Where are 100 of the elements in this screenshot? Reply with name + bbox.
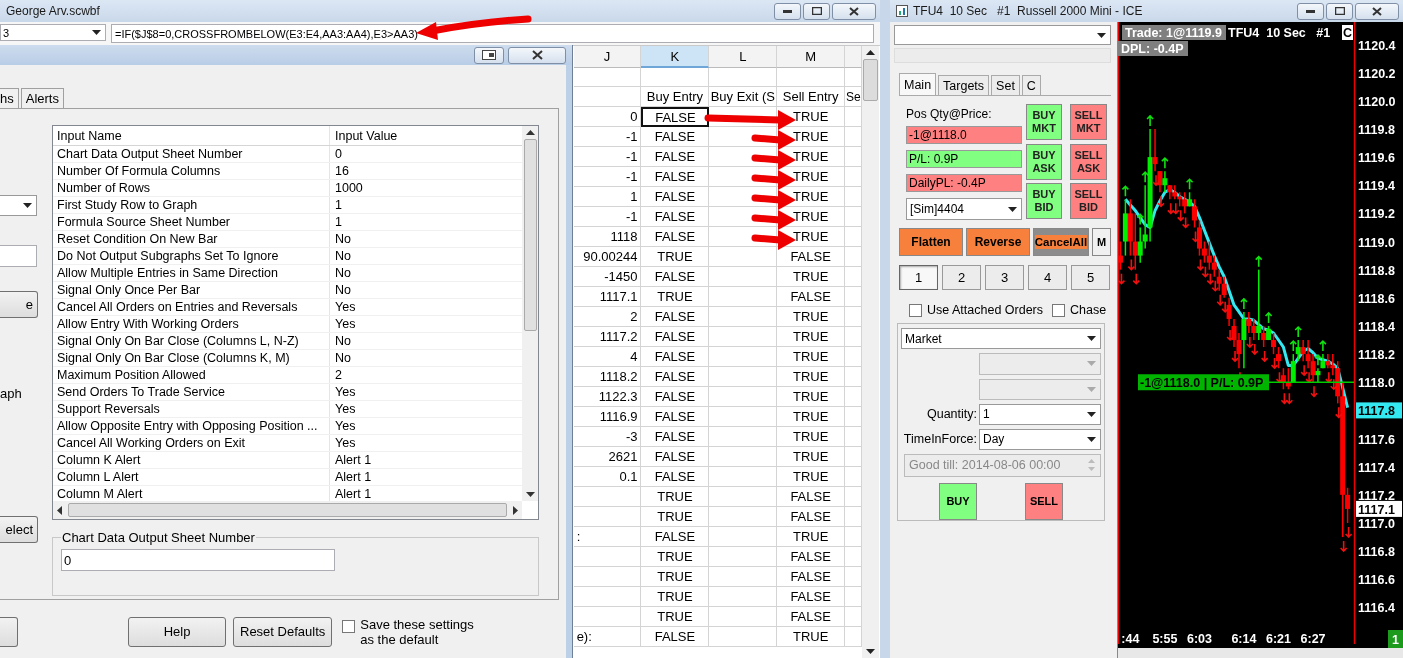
table-cell-text: Yes — [334, 299, 357, 315]
empty-cell — [709, 387, 778, 407]
cancel-all-button[interactable]: CancelAll — [1033, 228, 1089, 256]
window-title: TFU4 10 Sec #1 Russell 2000 Mini - ICE — [913, 4, 1144, 18]
table-cell: Number of Rows — [53, 180, 330, 196]
scrollbar[interactable] — [522, 126, 538, 501]
order-button[interactable]: SELL BID — [1070, 183, 1107, 220]
quantity-dropdown[interactable]: 1 — [979, 403, 1101, 425]
tab[interactable]: Main — [899, 73, 937, 95]
button[interactable]: elect — [0, 516, 38, 543]
table-cell: FALSE — [641, 427, 710, 447]
caret-icon — [92, 30, 101, 35]
quantity-preset-button[interactable]: 1 — [899, 265, 938, 290]
quantity-preset-button[interactable]: 4 — [1028, 265, 1067, 290]
table-cell: FALSE — [641, 347, 710, 367]
axis-label: 1119.2 — [1358, 207, 1395, 222]
axis-label: 1120.2 — [1358, 66, 1396, 81]
empty-cell — [641, 68, 710, 87]
formula-field[interactable]: =IF($J$8=0,CROSSFROMBELOW(E3:E4,AA3:AA4),E3>AA3) — [111, 24, 874, 43]
column-header[interactable]: M — [777, 46, 846, 68]
table-cell: FALSE — [641, 527, 710, 547]
table-cell: Column L Alert — [53, 469, 330, 485]
tab[interactable]: hs — [0, 88, 19, 108]
button[interactable] — [0, 616, 18, 647]
table-cell: TRUE — [641, 507, 710, 527]
account-dropdown[interactable]: [Sim]4404 — [906, 198, 1022, 220]
order-button[interactable]: BUY BID — [1026, 183, 1062, 220]
position-line-label: -1@1118.0 | P/L: 0.9P — [1138, 374, 1269, 391]
scroll-thumb[interactable] — [523, 139, 537, 331]
position-field: DailyPL: -0.4P — [906, 174, 1022, 192]
quantity-preset-button[interactable]: 2 — [942, 265, 981, 290]
axis-label: 1119.4 — [1358, 179, 1395, 194]
empty-cell — [709, 167, 778, 187]
table-cell: TRUE — [777, 367, 846, 387]
scroll-thumb[interactable] — [863, 59, 878, 101]
close-button[interactable] — [832, 2, 876, 20]
column-header[interactable]: K — [641, 46, 710, 68]
table-cell-text: 1000 — [334, 180, 364, 196]
tab[interactable]: Targets — [938, 75, 990, 95]
order-button[interactable]: BUY ASK — [1026, 143, 1062, 180]
column-header[interactable]: J — [573, 46, 642, 68]
axis-label: 1116.4 — [1358, 601, 1395, 616]
scroll-up-icon — [525, 130, 535, 135]
table-cell: Sell Entry — [777, 87, 846, 107]
time-in-force-dropdown[interactable]: Day — [979, 428, 1101, 450]
table-cell: Number Of Formula Columns — [53, 163, 330, 179]
close-button[interactable] — [1355, 2, 1399, 20]
tab[interactable]: C — [1021, 75, 1041, 95]
checkbox[interactable] — [342, 619, 356, 633]
action-button[interactable]: M — [1092, 228, 1111, 256]
axis-label: 1120.0 — [1358, 94, 1396, 109]
axis-label: :44 — [1121, 632, 1140, 646]
order-type-dropdown[interactable]: Market — [901, 328, 1101, 350]
quantity-preset-button[interactable]: 3 — [985, 265, 1024, 290]
table-cell: Formula Source Sheet Number — [53, 214, 330, 230]
table-cell: FALSE — [641, 127, 710, 147]
tab[interactable]: Set — [991, 75, 1020, 95]
empty-cell — [709, 247, 778, 267]
table-cell: Do Not Output Subgraphs Set To Ignore — [53, 248, 330, 264]
quantity-preset-button[interactable]: 5 — [1071, 265, 1110, 290]
checkbox[interactable] — [1052, 303, 1066, 317]
maximize-button[interactable] — [1326, 2, 1353, 20]
scrollbar[interactable] — [53, 501, 522, 519]
maximize-button[interactable] — [803, 2, 830, 20]
column-header[interactable]: Input Value — [330, 126, 522, 145]
action-button[interactable]: Reverse — [966, 228, 1030, 256]
name-box[interactable]: 3 — [0, 24, 106, 41]
restore-button[interactable] — [474, 46, 504, 64]
empty-cell — [709, 327, 778, 347]
column-header[interactable]: Input Name — [53, 126, 330, 145]
order-button[interactable]: BUY MKT — [1026, 104, 1062, 140]
column-header[interactable]: L — [709, 46, 778, 68]
submit-order-button[interactable]: SELL — [1025, 483, 1063, 520]
button[interactable]: Reset Defaults — [233, 616, 333, 647]
scrollbar[interactable] — [862, 46, 879, 658]
button[interactable]: Help — [128, 616, 226, 647]
scroll-thumb[interactable] — [68, 503, 507, 517]
dropdown[interactable] — [0, 195, 37, 216]
axis-label: 1118.6 — [1358, 291, 1395, 306]
submit-order-button[interactable]: BUY — [939, 483, 977, 520]
empty-cell — [709, 287, 778, 307]
input-field[interactable]: 0 — [61, 549, 335, 571]
minimize-button[interactable] — [1297, 2, 1324, 20]
button[interactable]: e — [0, 291, 38, 318]
scrollbar[interactable] — [1118, 648, 1403, 658]
caret-icon — [1097, 32, 1106, 38]
tab[interactable]: Alerts — [20, 88, 64, 108]
axis-label: 1117.4 — [1358, 460, 1395, 475]
order-button[interactable]: SELL MKT — [1070, 104, 1107, 140]
action-button[interactable]: Flatten — [899, 228, 963, 256]
minimize-button[interactable] — [774, 2, 801, 20]
position-field: P/L: 0.9P — [906, 150, 1022, 168]
checkbox[interactable] — [909, 303, 922, 317]
empty-cell — [709, 187, 778, 207]
scroll-right-icon — [513, 505, 518, 515]
close-button[interactable] — [508, 46, 566, 64]
table-cell: FALSE — [777, 607, 846, 627]
input-field[interactable] — [0, 245, 37, 267]
symbol-dropdown[interactable] — [894, 25, 1111, 45]
order-button[interactable]: SELL ASK — [1070, 143, 1107, 180]
